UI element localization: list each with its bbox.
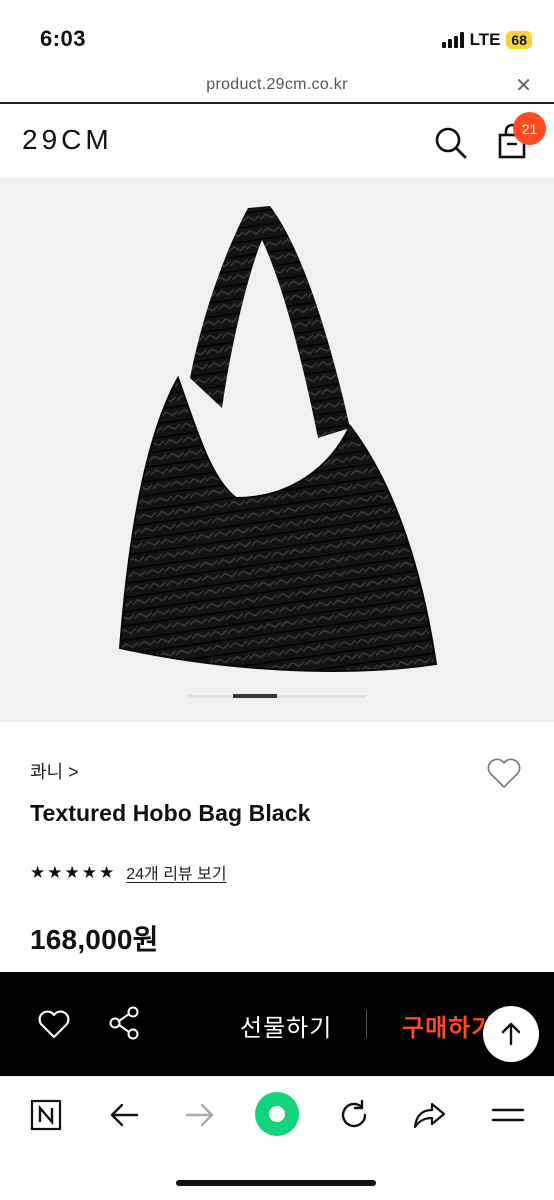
star-icon: ★ [81,862,97,882]
close-icon[interactable]: ✕ [515,73,532,98]
home-indicator [176,1180,376,1186]
status-indicators: LTE 68 [441,30,532,50]
gift-button[interactable]: 선물하기 [240,1008,332,1043]
status-bar: 6:03 LTE 68 [0,0,554,68]
star-icon: ★ [47,862,63,882]
star-icon: ★ [64,862,80,882]
forward-arrow-icon[interactable] [180,1095,220,1135]
naver-icon[interactable] [26,1095,66,1135]
share-icon[interactable] [106,1004,142,1042]
url-text[interactable]: product.29cm.co.kr [0,76,554,94]
status-time: 6:03 [40,26,87,51]
back-arrow-icon[interactable] [104,1095,144,1135]
signal-icon [441,32,464,48]
cart-count-badge: 21 [513,112,546,145]
carousel-indicator [233,694,277,698]
star-icon: ★ [30,862,46,882]
arrow-up-icon[interactable] [483,1006,539,1062]
network-type: LTE [469,30,501,49]
heart-outline-icon[interactable] [484,752,524,792]
menu-icon[interactable] [488,1095,528,1135]
search-icon[interactable] [432,124,470,162]
action-divider [366,1010,367,1038]
share-arrow-icon[interactable] [410,1095,450,1135]
carousel-track[interactable] [188,695,366,698]
brand-link[interactable]: 콰니 > [30,758,79,784]
hobo-bag-image [118,206,438,672]
product-title: Textured Hobo Bag Black [30,800,311,826]
action-bar: 선물하기 구매하기 [0,972,554,1076]
home-dot-icon[interactable] [254,1091,300,1137]
heart-outline-icon[interactable] [36,1006,72,1042]
product-price: 168,000원 [30,924,159,955]
site-header: 29CM [0,104,554,178]
star-rating: ★ ★ ★ ★ ★ [30,864,114,881]
review-link[interactable]: 24개 리뷰 보기 [126,860,226,884]
product-image[interactable] [0,178,554,722]
rating-row: ★ ★ ★ ★ ★ 24개 리뷰 보기 [30,860,227,884]
site-logo[interactable]: 29CM [22,124,113,156]
refresh-icon[interactable] [334,1095,374,1135]
star-icon: ★ [99,862,115,882]
url-bar[interactable]: product.29cm.co.kr ✕ [0,68,554,104]
battery-level: 68 [506,31,532,49]
